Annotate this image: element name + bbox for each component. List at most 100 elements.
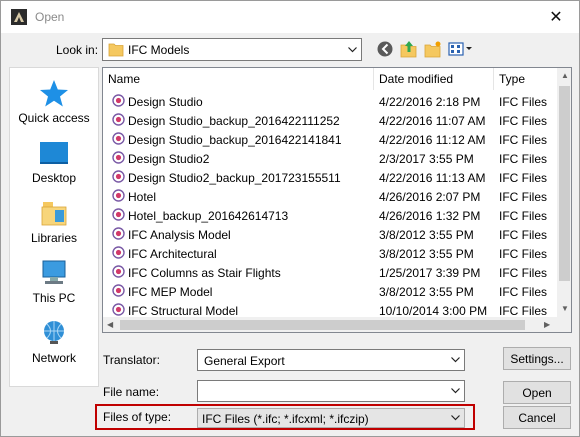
file-date: 4/22/2016 11:07 AM	[379, 114, 486, 128]
place-label: Quick access	[18, 111, 90, 125]
ifc-file-icon	[112, 284, 125, 297]
vertical-scroll-thumb[interactable]	[559, 86, 570, 281]
close-button[interactable]: ✕	[533, 1, 579, 32]
file-list: Name Date modified Type Design Studio 4/2…	[102, 67, 572, 333]
cancel-button[interactable]: Cancel	[503, 406, 571, 429]
scroll-left-icon[interactable]: ◀	[107, 321, 113, 329]
place-label: Libraries	[30, 231, 78, 245]
file-name: IFC Architectural	[128, 247, 217, 261]
ifc-file-icon	[112, 246, 125, 259]
horizontal-scrollbar[interactable]: ◀ ▶	[103, 317, 557, 332]
ifc-file-icon	[112, 132, 125, 145]
file-row[interactable]: IFC Analysis Model 3/8/2012 3:55 PM IFC Fi…	[103, 225, 557, 244]
place-label: This PC	[32, 291, 76, 305]
file-row[interactable]: IFC MEP Model 3/8/2012 3:55 PM IFC Files	[103, 282, 557, 301]
file-type: IFC Files	[499, 209, 547, 223]
file-type-value: IFC Files (*.ifc; *.ifcxml; *.ifczip)	[202, 412, 369, 426]
file-date: 4/22/2016 2:18 PM	[379, 95, 481, 109]
chevron-down-icon	[447, 350, 464, 370]
column-header-type[interactable]: Type	[499, 72, 525, 86]
translator-dropdown[interactable]: General Export	[197, 349, 465, 371]
place-network[interactable]: Network	[10, 318, 98, 376]
quick-access-star-icon	[40, 80, 68, 107]
scroll-right-icon[interactable]: ▶	[544, 321, 550, 329]
file-type: IFC Files	[499, 95, 547, 109]
look-in-value: IFC Models	[128, 43, 190, 57]
file-date: 3/8/2012 3:55 PM	[379, 247, 474, 261]
file-row[interactable]: IFC Columns as Stair Flights 1/25/2017 3:…	[103, 263, 557, 282]
file-type-dropdown[interactable]: IFC Files (*.ifc; *.ifcxml; *.ifczip)	[197, 408, 465, 428]
horizontal-scroll-thumb[interactable]	[120, 320, 525, 330]
file-row[interactable]: Design Studio2_backup_201723155511 4/22/2…	[103, 168, 557, 187]
scroll-down-icon[interactable]: ▼	[561, 305, 569, 313]
file-type-label: Files of type:	[103, 410, 172, 424]
file-row[interactable]: Hotel_backup_201642614713 4/26/2016 1:32 …	[103, 206, 557, 225]
column-header-date[interactable]: Date modified	[379, 72, 453, 86]
file-type: IFC Files	[499, 114, 547, 128]
ifc-file-icon	[112, 208, 125, 221]
desktop-icon	[40, 142, 68, 164]
file-date: 3/8/2012 3:55 PM	[379, 285, 474, 299]
file-type: IFC Files	[499, 171, 547, 185]
file-type: IFC Files	[499, 304, 547, 318]
ifc-file-icon	[112, 94, 125, 107]
place-quick-access[interactable]: Quick access	[10, 78, 98, 136]
libraries-icon	[41, 202, 67, 226]
file-name: Design Studio2_backup_201723155511	[128, 171, 341, 185]
file-name: Hotel_backup_201642614713	[128, 209, 289, 223]
open-button[interactable]: Open	[503, 381, 571, 404]
place-libraries[interactable]: Libraries	[10, 198, 98, 256]
network-icon	[44, 321, 64, 344]
ifc-file-icon	[112, 151, 125, 164]
file-name-label: File name:	[103, 385, 160, 399]
app-logo-icon	[11, 9, 27, 25]
close-icon: ✕	[549, 8, 563, 26]
file-date: 4/22/2016 11:12 AM	[379, 133, 486, 147]
file-date: 4/26/2016 2:07 PM	[379, 190, 481, 204]
file-type: IFC Files	[499, 228, 547, 242]
file-name: Design Studio	[128, 95, 203, 109]
ifc-file-icon	[112, 265, 125, 278]
file-name: IFC Columns as Stair Flights	[128, 266, 281, 280]
file-name: Design Studio_backup_2016422111252	[128, 114, 340, 128]
up-folder-icon[interactable]	[399, 40, 419, 58]
ifc-file-icon	[112, 113, 125, 126]
view-menu-icon[interactable]	[447, 40, 473, 58]
file-name-input[interactable]	[197, 380, 465, 402]
computer-icon	[42, 260, 66, 284]
file-type: IFC Files	[499, 247, 547, 261]
file-row[interactable]: Design Studio_backup_2016422141841 4/22/2…	[103, 130, 557, 149]
file-date: 3/8/2012 3:55 PM	[379, 228, 474, 242]
title-bar: Open ✕	[1, 1, 579, 33]
place-desktop[interactable]: Desktop	[10, 138, 98, 196]
new-folder-icon[interactable]	[423, 40, 443, 58]
file-date: 10/10/2014 3:00 PM	[379, 304, 488, 318]
dialog-title: Open	[35, 10, 65, 24]
chevron-down-icon	[344, 39, 361, 60]
ifc-file-icon	[112, 303, 125, 316]
file-type: IFC Files	[499, 152, 547, 166]
back-arrow-icon[interactable]	[376, 40, 396, 58]
file-row[interactable]: Hotel 4/26/2016 2:07 PM IFC Files	[103, 187, 557, 206]
column-header-name[interactable]: Name	[108, 72, 140, 86]
vertical-scrollbar[interactable]: ▲ ▼	[557, 68, 571, 317]
place-this-pc[interactable]: This PC	[10, 258, 98, 316]
file-name: Design Studio2	[128, 152, 210, 166]
file-row[interactable]: Design Studio 4/22/2016 2:18 PM IFC Files	[103, 92, 557, 111]
open-dialog: Open ✕ Look in: IFC Models Quick access …	[0, 0, 580, 437]
scroll-up-icon[interactable]: ▲	[561, 72, 569, 80]
file-row[interactable]: IFC Architectural 3/8/2012 3:55 PM IFC Fil…	[103, 244, 557, 263]
file-date: 4/22/2016 11:13 AM	[379, 171, 486, 185]
look-in-dropdown[interactable]: IFC Models	[102, 38, 362, 61]
file-type: IFC Files	[499, 190, 547, 204]
ifc-file-icon	[112, 189, 125, 202]
chevron-down-icon	[447, 409, 464, 427]
column-header-row: Name Date modified Type	[103, 68, 571, 90]
settings-button[interactable]: Settings...	[503, 347, 571, 370]
places-bar: Quick access Desktop Libraries This PC N…	[9, 67, 99, 387]
file-row[interactable]: Design Studio_backup_2016422111252 4/22/2…	[103, 111, 557, 130]
file-type: IFC Files	[499, 133, 547, 147]
file-name: Hotel	[128, 190, 157, 204]
translator-label: Translator:	[103, 353, 160, 367]
file-row[interactable]: Design Studio2 2/3/2017 3:55 PM IFC Files	[103, 149, 557, 168]
